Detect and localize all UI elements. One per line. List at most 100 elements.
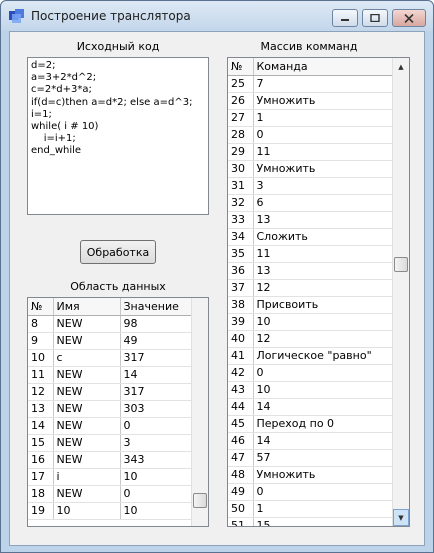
title-bar[interactable]: Построение транслятора bbox=[1, 1, 433, 31]
cell-number[interactable]: 51 bbox=[228, 517, 254, 526]
cell-name[interactable]: NEW bbox=[53, 485, 121, 503]
table-row[interactable]: 40 12 bbox=[228, 330, 394, 348]
cell-number[interactable]: 10 bbox=[28, 349, 54, 367]
table-row[interactable]: 15 NEW 3 bbox=[28, 434, 192, 452]
data-area-vertical-scrollbar[interactable] bbox=[191, 298, 208, 526]
cell-number[interactable]: 13 bbox=[28, 400, 54, 418]
cell-number[interactable]: 27 bbox=[228, 109, 254, 127]
cell-value[interactable]: 98 bbox=[120, 315, 192, 333]
scroll-up-button[interactable]: ▲ bbox=[393, 58, 409, 75]
table-row[interactable]: 12 NEW 317 bbox=[28, 383, 192, 401]
cell-number[interactable]: 31 bbox=[228, 177, 254, 195]
cell-number[interactable]: 44 bbox=[228, 398, 254, 416]
table-row[interactable]: 46 14 bbox=[228, 432, 394, 450]
cell-value[interactable]: 303 bbox=[120, 400, 192, 418]
cell-number[interactable]: 19 bbox=[28, 502, 54, 520]
table-row[interactable]: 14 NEW 0 bbox=[28, 417, 192, 435]
cell-name[interactable]: c bbox=[53, 349, 121, 367]
cell-command[interactable]: 57 bbox=[253, 449, 394, 467]
cell-command[interactable]: 6 bbox=[253, 194, 394, 212]
commands-grid[interactable]: № Команда 25 7 26 Умножить 27 1 28 0 29 11 30 Умножи… bbox=[227, 57, 410, 527]
table-row[interactable]: 50 1 bbox=[228, 500, 394, 518]
cell-value[interactable]: 3 bbox=[120, 434, 192, 452]
cell-name[interactable]: NEW bbox=[53, 434, 121, 452]
column-header-value[interactable]: Значение bbox=[120, 298, 192, 316]
cell-number[interactable]: 32 bbox=[228, 194, 254, 212]
cell-name[interactable]: NEW bbox=[53, 366, 121, 384]
cell-number[interactable]: 16 bbox=[28, 451, 54, 469]
cell-value[interactable]: 10 bbox=[120, 502, 192, 520]
cell-number[interactable]: 38 bbox=[228, 296, 254, 314]
cell-command[interactable]: 14 bbox=[253, 398, 394, 416]
cell-value[interactable]: 0 bbox=[120, 417, 192, 435]
table-row[interactable]: 10 c 317 bbox=[28, 349, 192, 367]
table-row[interactable]: 9 NEW 49 bbox=[28, 332, 192, 350]
table-row[interactable]: 13 NEW 303 bbox=[28, 400, 192, 418]
cell-number[interactable]: 35 bbox=[228, 245, 254, 263]
cell-name[interactable]: NEW bbox=[53, 451, 121, 469]
table-row[interactable]: 25 7 bbox=[228, 75, 394, 93]
scroll-thumb[interactable] bbox=[394, 257, 408, 272]
cell-command[interactable]: 13 bbox=[253, 211, 394, 229]
cell-name[interactable]: NEW bbox=[53, 332, 121, 350]
cell-number[interactable]: 37 bbox=[228, 279, 254, 297]
cell-number[interactable]: 30 bbox=[228, 160, 254, 178]
table-row[interactable]: 18 NEW 0 bbox=[28, 485, 192, 503]
maximize-button[interactable] bbox=[362, 9, 388, 27]
column-header-number[interactable]: № bbox=[228, 58, 254, 76]
table-row[interactable]: 48 Умножить bbox=[228, 466, 394, 484]
cell-command[interactable]: 12 bbox=[253, 279, 394, 297]
column-header-number[interactable]: № bbox=[28, 298, 54, 316]
table-row[interactable]: 35 11 bbox=[228, 245, 394, 263]
cell-number[interactable]: 11 bbox=[28, 366, 54, 384]
cell-command[interactable]: 3 bbox=[253, 177, 394, 195]
column-header-command[interactable]: Команда bbox=[253, 58, 394, 76]
cell-number[interactable]: 50 bbox=[228, 500, 254, 518]
cell-command[interactable]: 12 bbox=[253, 330, 394, 348]
cell-command[interactable]: Логическое "равно" bbox=[253, 347, 394, 365]
cell-number[interactable]: 9 bbox=[28, 332, 54, 350]
cell-number[interactable]: 49 bbox=[228, 483, 254, 501]
table-row[interactable]: 42 0 bbox=[228, 364, 394, 382]
table-row[interactable]: 16 NEW 343 bbox=[28, 451, 192, 469]
table-row[interactable]: 26 Умножить bbox=[228, 92, 394, 110]
cell-command[interactable]: 1 bbox=[253, 500, 394, 518]
cell-command[interactable]: 11 bbox=[253, 245, 394, 263]
cell-number[interactable]: 12 bbox=[28, 383, 54, 401]
data-area-grid[interactable]: № Имя Значение 8 NEW 98 9 NEW 49 10 c 317 11 NEW 14 12… bbox=[27, 297, 209, 527]
table-row[interactable]: 11 NEW 14 bbox=[28, 366, 192, 384]
cell-command[interactable]: Присвоить bbox=[253, 296, 394, 314]
cell-number[interactable]: 33 bbox=[228, 211, 254, 229]
cell-value[interactable]: 0 bbox=[120, 485, 192, 503]
cell-value[interactable]: 10 bbox=[120, 468, 192, 486]
cell-value[interactable]: 317 bbox=[120, 383, 192, 401]
cell-value[interactable]: 49 bbox=[120, 332, 192, 350]
table-row[interactable]: 51 15 bbox=[228, 517, 394, 526]
cell-number[interactable]: 25 bbox=[228, 75, 254, 93]
column-header-name[interactable]: Имя bbox=[53, 298, 121, 316]
table-row[interactable]: 49 0 bbox=[228, 483, 394, 501]
cell-command[interactable]: Умножить bbox=[253, 92, 394, 110]
cell-number[interactable]: 28 bbox=[228, 126, 254, 144]
table-row[interactable]: 36 13 bbox=[228, 262, 394, 280]
table-row[interactable]: 27 1 bbox=[228, 109, 394, 127]
cell-command[interactable]: Сложить bbox=[253, 228, 394, 246]
cell-number[interactable]: 18 bbox=[28, 485, 54, 503]
cell-number[interactable]: 29 bbox=[228, 143, 254, 161]
cell-command[interactable]: Умножить bbox=[253, 160, 394, 178]
table-row[interactable]: 44 14 bbox=[228, 398, 394, 416]
table-row[interactable]: 30 Умножить bbox=[228, 160, 394, 178]
cell-number[interactable]: 14 bbox=[28, 417, 54, 435]
cell-command[interactable]: 7 bbox=[253, 75, 394, 93]
cell-command[interactable]: 10 bbox=[253, 313, 394, 331]
cell-name[interactable]: NEW bbox=[53, 315, 121, 333]
cell-command[interactable]: 1 bbox=[253, 109, 394, 127]
table-row[interactable]: 45 Переход по 0 bbox=[228, 415, 394, 433]
table-row[interactable]: 29 11 bbox=[228, 143, 394, 161]
table-row[interactable]: 43 10 bbox=[228, 381, 394, 399]
cell-number[interactable]: 42 bbox=[228, 364, 254, 382]
cell-number[interactable]: 45 bbox=[228, 415, 254, 433]
table-row[interactable]: 38 Присвоить bbox=[228, 296, 394, 314]
cell-number[interactable]: 39 bbox=[228, 313, 254, 331]
cell-command[interactable]: Умножить bbox=[253, 466, 394, 484]
